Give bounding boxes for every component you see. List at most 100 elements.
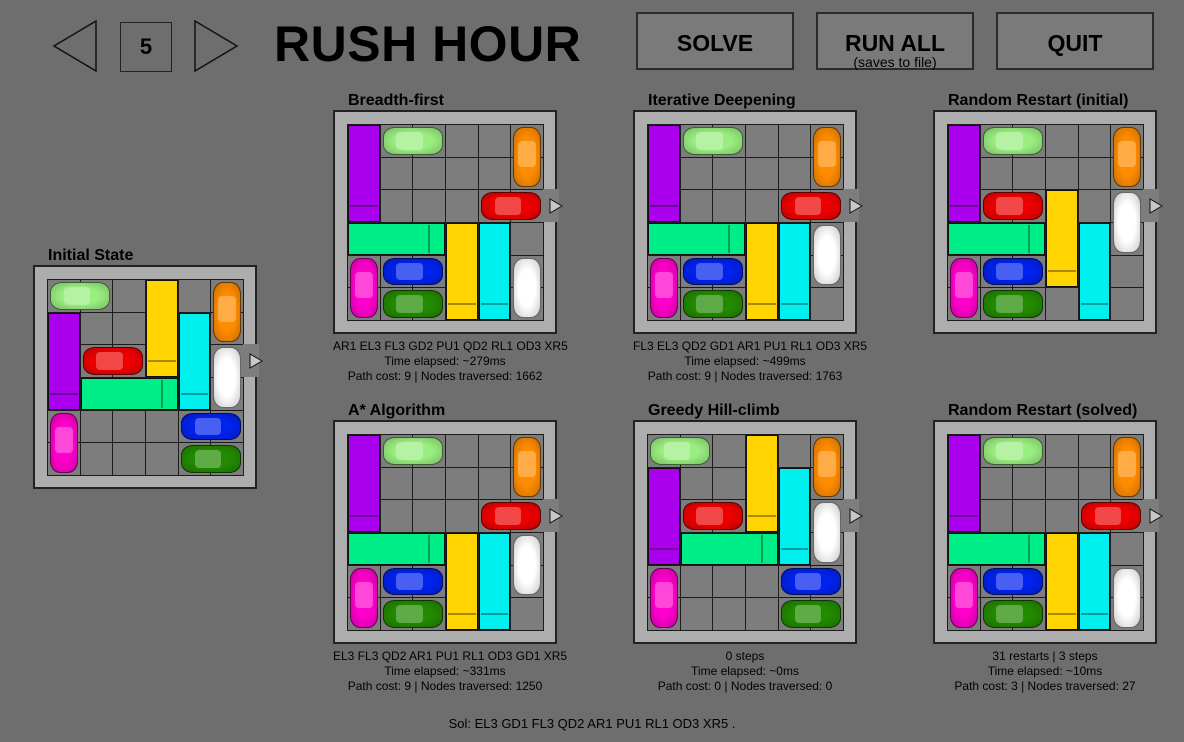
car-D [650,257,678,318]
board-grid [647,434,844,631]
truck-G [178,312,211,410]
car-B [1113,127,1141,188]
run-all-button-sublabel: (saves to file) [853,54,937,70]
board-cell [445,156,479,191]
run-all-button[interactable]: RUN ALL (saves to file) [816,12,974,70]
board-astar [333,420,563,644]
car-H [213,347,241,408]
board-cell [445,189,479,223]
board-cell [79,442,114,476]
board-cell [379,156,414,191]
board-cell [1045,287,1079,321]
board-cell [745,564,779,599]
truck-G [1078,223,1111,320]
solve-button-label: SOLVE [676,30,754,56]
level-number: 5 [120,22,172,72]
car-A [50,282,111,310]
car-B [813,127,841,188]
board-bfs [333,110,563,334]
board-grid [347,434,544,631]
board-cell [145,442,179,476]
board-cell [79,311,114,346]
left-arrow-icon [52,20,97,72]
board-cell [379,499,414,533]
board-cell [745,597,779,631]
truck-E [680,533,778,565]
cost-text: Path cost: 9 | Nodes traversed: 1662 [347,369,543,383]
car-B [513,437,541,498]
truck-F [1046,190,1078,288]
truck-F [146,280,178,377]
car-H [513,257,541,318]
board-cell [679,466,714,501]
board-cell [112,442,146,476]
car-H [1113,567,1141,628]
car-H [1113,192,1141,253]
car-D [950,257,978,318]
exit-arrow-icon [549,507,563,524]
board-cell [679,597,714,631]
panel-title: Random Restart (solved) [948,402,1138,419]
exit-arrow-icon [1149,197,1163,214]
stats-block: EL3 FL3 QD2 AR1 PU1 RL1 OD3 GD1 XR5 Time… [333,649,567,694]
board-cell [1012,499,1046,533]
car-D [950,567,978,628]
car-I [780,567,841,596]
board-cell [712,564,746,599]
stats-block: AR1 EL3 FL3 GD2 PU1 QD2 RL1 OD3 XR5 Time… [333,339,568,384]
board-cell [1110,532,1144,566]
truck-G [778,467,811,565]
prev-level-button[interactable] [52,20,98,72]
board-cell [745,189,779,223]
time-text: Time elapsed: ~279ms [384,354,506,368]
exit-arrow-icon [1149,507,1163,524]
panel-title: A* Algorithm [348,402,446,419]
board-grid [947,124,1144,321]
panel-title: Greedy Hill-climb [648,402,780,419]
board-cell [1012,466,1046,501]
board-cell [1077,189,1112,223]
board-cell [679,189,714,223]
truck-C [648,125,680,222]
car-X [480,502,541,530]
board-cell [1110,287,1144,321]
board-cell [745,156,779,191]
car-A [650,437,711,465]
board-cell [979,156,1014,191]
next-level-button[interactable] [193,20,239,72]
board-grid [347,124,544,321]
car-I [382,257,443,286]
board-cell [412,466,446,501]
right-arrow-icon [194,20,239,72]
car-D [650,567,678,628]
board-cell [412,189,446,223]
board-rr-solved [933,420,1163,644]
board-cell [1077,434,1112,468]
car-I [180,412,241,441]
truck-E [348,223,445,255]
board-cell [79,409,114,444]
truck-F [746,435,778,532]
board-cell [1045,124,1079,158]
board-cell [1110,254,1144,289]
moves-text: AR1 EL3 FL3 GD2 PU1 QD2 RL1 OD3 XR5 [333,339,568,353]
car-J [780,600,841,628]
board-grid [47,279,244,476]
exit-arrow-icon [849,197,863,214]
panel-title: Random Restart (initial) [948,92,1129,109]
board-cell [1012,156,1046,191]
quit-button[interactable]: QUIT [996,12,1154,70]
car-J [982,600,1043,628]
truck-C [648,467,680,565]
board-cell [510,222,544,256]
truck-C [348,125,380,222]
board-cell [445,499,479,533]
car-J [382,600,443,628]
solve-button[interactable]: SOLVE [636,12,794,70]
panel-title: Initial State [48,247,134,264]
car-I [382,567,443,596]
board-cell [712,156,746,191]
board-cell [810,287,844,321]
truck-E [948,533,1045,565]
board-cell [1045,466,1079,501]
